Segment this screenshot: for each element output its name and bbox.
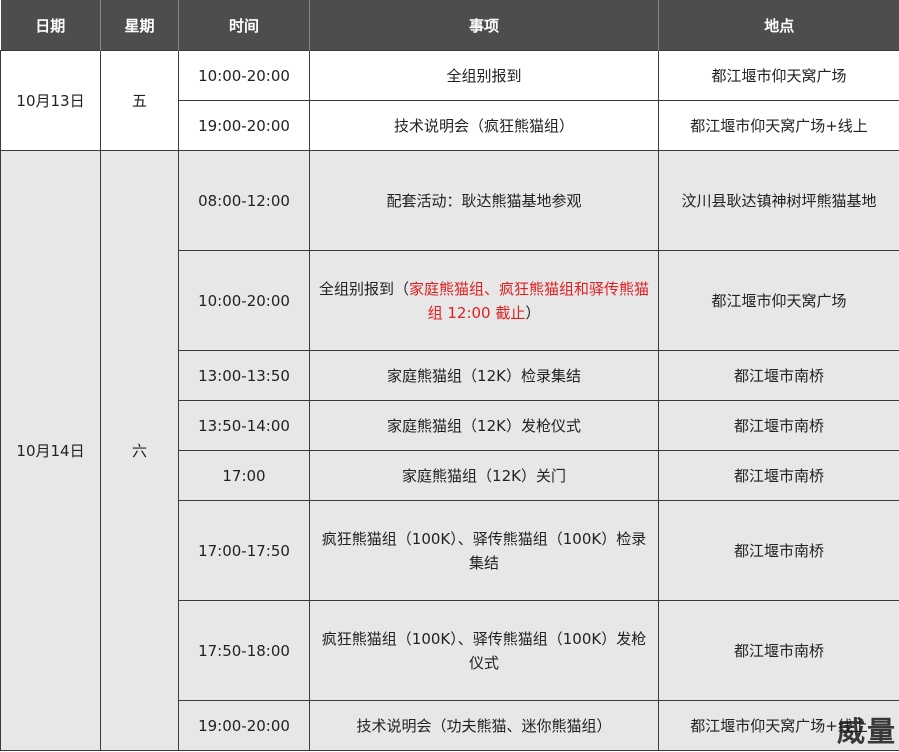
- time-cell: 17:00-17:50: [178, 500, 310, 601]
- header-location: 地点: [658, 0, 899, 51]
- table-row: 10月13日 五 10:00-20:00 全组别报到 都江堰市仰天窝广场: [0, 50, 899, 151]
- event-text-tail: ）: [525, 303, 541, 322]
- time-cell: 13:00-13:50: [178, 350, 310, 401]
- event-cell: 疯狂熊猫组（100K）、驿传熊猫组（100K）发枪仪式: [309, 600, 659, 701]
- time-cell: 10:00-20:00: [178, 50, 310, 101]
- event-cell: 全组别报到: [309, 50, 659, 101]
- weekday-cell: 六: [100, 150, 179, 751]
- event-cell: 技术说明会（疯狂熊猫组）: [309, 100, 659, 151]
- location-cell: 都江堰市南桥: [658, 400, 899, 451]
- location-cell: 都江堰市南桥: [658, 600, 899, 701]
- event-text: 全组别报到（: [318, 279, 409, 298]
- time-cell: 13:50-14:00: [178, 400, 310, 451]
- event-cell: 家庭熊猫组（12K）发枪仪式: [309, 400, 659, 451]
- date-cell: 10月13日: [0, 50, 101, 151]
- schedule-table: 日期 星期 时间 事项 地点 10月13日 五 10:00-20:00 全组别报…: [0, 0, 899, 751]
- event-cell: 家庭熊猫组（12K）检录集结: [309, 350, 659, 401]
- location-cell: 都江堰市仰天窝广场: [658, 250, 899, 351]
- time-cell: 19:00-20:00: [178, 100, 310, 151]
- location-cell: 汶川县耿达镇神树坪熊猫基地: [658, 150, 899, 251]
- time-cell: 19:00-20:00: [178, 700, 310, 751]
- location-cell: 都江堰市南桥: [658, 450, 899, 501]
- time-cell: 17:00: [178, 450, 310, 501]
- event-cell: 疯狂熊猫组（100K）、驿传熊猫组（100K）检录集结: [309, 500, 659, 601]
- location-cell: 都江堰市南桥: [658, 500, 899, 601]
- date-cell: 10月14日: [0, 150, 101, 751]
- location-cell: 都江堰市仰天窝广场: [658, 50, 899, 101]
- event-cell: 配套活动：耿达熊猫基地参观: [309, 150, 659, 251]
- event-cell: 全组别报到（家庭熊猫组、疯狂熊猫组和驿传熊猫组 12:00 截止）: [309, 250, 659, 351]
- time-cell: 08:00-12:00: [178, 150, 310, 251]
- location-cell: 都江堰市南桥: [658, 350, 899, 401]
- header-date: 日期: [0, 0, 101, 51]
- location-cell: 都江堰市仰天窝广场+线上: [658, 100, 899, 151]
- watermark-logo: 威量: [836, 715, 897, 748]
- time-cell: 17:50-18:00: [178, 600, 310, 701]
- weekday-cell: 五: [100, 50, 179, 151]
- table-row: 10月14日 六 08:00-12:00 配套活动：耿达熊猫基地参观 汶川县耿达…: [0, 150, 899, 751]
- header-row: 日期 星期 时间 事项 地点: [0, 0, 899, 51]
- event-cell: 技术说明会（功夫熊猫、迷你熊猫组）: [309, 700, 659, 751]
- header-weekday: 星期: [100, 0, 179, 51]
- header-event: 事项: [309, 0, 659, 51]
- time-cell: 10:00-20:00: [178, 250, 310, 351]
- event-cell: 家庭熊猫组（12K）关门: [309, 450, 659, 501]
- header-time: 时间: [178, 0, 310, 51]
